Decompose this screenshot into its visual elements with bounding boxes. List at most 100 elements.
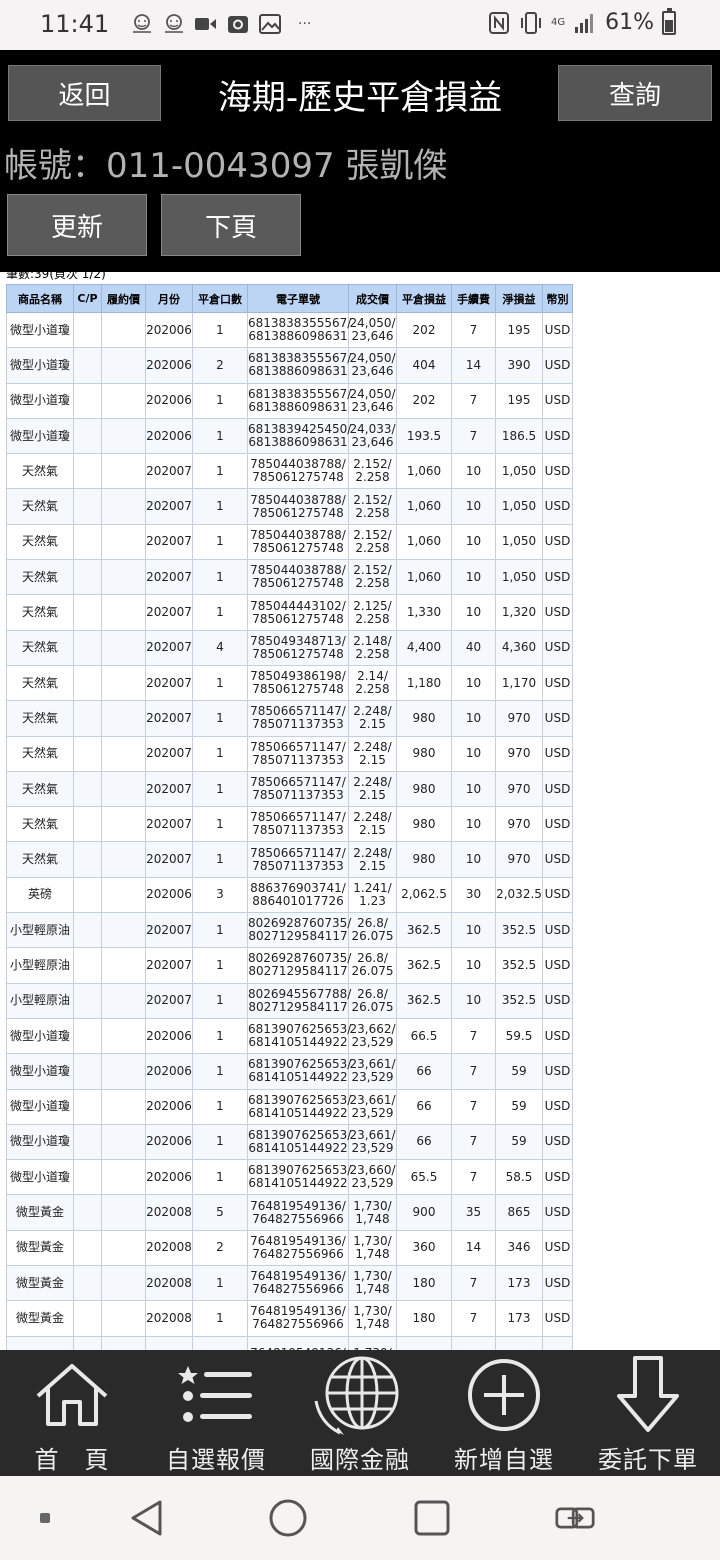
cell-net-pl: 195 bbox=[495, 382, 543, 419]
switch-icon[interactable] bbox=[555, 1498, 595, 1538]
back-button[interactable]: 返回 bbox=[8, 65, 161, 121]
cell-close-pl: 66 bbox=[396, 1053, 452, 1090]
nav-order[interactable]: 委託下單 bbox=[576, 1350, 720, 1476]
table-row[interactable]: 微型黃金 202008 1 764819549136/764827556966 1,73… bbox=[6, 1300, 573, 1337]
cell-price: 2.125/2.258 bbox=[348, 594, 397, 631]
cell-fee: 10 bbox=[451, 559, 496, 596]
cell-order-no-line: 886376903741/ bbox=[250, 880, 346, 895]
cell-cp bbox=[73, 523, 102, 561]
next-page-button[interactable]: 下頁 bbox=[161, 194, 301, 256]
table-row[interactable]: 天然氣 202007 1 785066571147/785071137353 2.248… bbox=[6, 735, 573, 772]
table-row[interactable]: 微型小道瓊 202006 1 6813838355567/6813886098631 2… bbox=[6, 311, 573, 349]
table-row[interactable]: 微型小道瓊 202006 2 6813838355567/6813886098631 2… bbox=[6, 347, 573, 384]
cell-net-pl: 970 bbox=[495, 841, 543, 878]
cell-month: 202006 bbox=[145, 417, 193, 455]
cell-strike bbox=[101, 382, 146, 419]
table-row[interactable]: 天然氣 202007 1 785044038788/785061275748 2.152… bbox=[6, 559, 573, 596]
table-row[interactable]: 天然氣 202007 1 785049386198/785061275748 2.14/… bbox=[6, 664, 573, 702]
cell-cp bbox=[73, 912, 102, 949]
cell-fee: 10 bbox=[451, 523, 496, 561]
cell-product: 小型輕原油 bbox=[6, 912, 74, 949]
table-row[interactable]: 天然氣 202007 1 785066571147/785071137353 2.248… bbox=[6, 806, 573, 843]
cell-cp bbox=[73, 311, 102, 349]
table-row[interactable]: 微型小道瓊 202006 1 6813838355567/6813886098631 2… bbox=[6, 382, 573, 419]
cell-close-qty: 1 bbox=[192, 806, 248, 843]
table-row[interactable]: 微型小道瓊 202006 1 6813907625653/6814105144922 2… bbox=[6, 1088, 573, 1125]
cell-currency: USD bbox=[542, 912, 573, 949]
recents-icon[interactable] bbox=[412, 1498, 452, 1538]
plus-circle-icon bbox=[466, 1350, 542, 1440]
table-row[interactable]: 天然氣 202007 1 785044038788/785061275748 2.152… bbox=[6, 523, 573, 561]
table-row[interactable]: 764819549136/1,730/ bbox=[6, 1335, 573, 1350]
cell-close-qty: 1 bbox=[192, 382, 248, 419]
table-row[interactable]: 微型小道瓊 202006 1 6813907625653/6814105144922 2… bbox=[6, 1123, 573, 1161]
table-row[interactable]: 天然氣 202007 1 785066571147/785071137353 2.248… bbox=[6, 700, 573, 737]
cell-fee: 10 bbox=[451, 453, 496, 490]
nav-international[interactable]: 國際金融 bbox=[288, 1350, 432, 1476]
cell-price-line: 23,646 bbox=[351, 364, 394, 379]
table-row[interactable]: 英磅 202006 3 886376903741/886401017726 1.241/… bbox=[6, 876, 573, 914]
status-left-icons: ··· bbox=[130, 12, 311, 36]
table-row[interactable]: 微型小道瓊 202006 1 6813907625653/6814105144922 2… bbox=[6, 1017, 573, 1055]
cell-month bbox=[145, 1335, 193, 1350]
cell-price: 26.8/26.075 bbox=[348, 912, 397, 949]
cell-order-no-line: 6814105144922 bbox=[248, 1140, 348, 1155]
cell-close-pl: 180 bbox=[396, 1300, 452, 1337]
cell-order-no: 785066571147/785071137353 bbox=[247, 735, 349, 772]
cell-close-qty: 1 bbox=[192, 488, 248, 525]
battery-percent: 61% bbox=[605, 10, 654, 35]
cell-close-qty: 1 bbox=[192, 770, 248, 808]
page-header: 返回 海期-歷史平倉損益 查詢 帳號：011-0043097 張凱傑 更新 下頁 bbox=[0, 50, 720, 272]
cell-cp bbox=[73, 1300, 102, 1337]
cell-strike bbox=[101, 982, 146, 1019]
cell-close-qty: 1 bbox=[192, 1123, 248, 1161]
cell-close-pl: 1,060 bbox=[396, 453, 452, 490]
back-icon[interactable] bbox=[126, 1498, 166, 1538]
cell-price-line: 24,050/ bbox=[349, 386, 396, 401]
table-row[interactable]: 小型輕原油 202007 1 8026945567788/8027129584117 2… bbox=[6, 982, 573, 1019]
refresh-button[interactable]: 更新 bbox=[7, 194, 147, 256]
table-row[interactable]: 微型黃金 202008 5 764819549136/764827556966 1,73… bbox=[6, 1194, 573, 1231]
table-row[interactable]: 微型黃金 202008 1 764819549136/764827556966 1,73… bbox=[6, 1265, 573, 1302]
cell-net-pl: 346 bbox=[495, 1229, 543, 1267]
nav-add-watch[interactable]: 新增自選 bbox=[432, 1350, 576, 1476]
table-row[interactable]: 天然氣 202007 4 785049348713/785061275748 2.148… bbox=[6, 629, 573, 666]
table-row[interactable]: 微型小道瓊 202006 1 6813907625653/6814105144922 2… bbox=[6, 1159, 573, 1196]
table-row[interactable]: 微型小道瓊 202006 1 6813839425450/6813886098631 2… bbox=[6, 417, 573, 455]
table-row[interactable]: 小型輕原油 202007 1 8026928760735/8027129584117 2… bbox=[6, 912, 573, 949]
cell-close-qty: 1 bbox=[192, 1088, 248, 1125]
cell-price: 1,730/1,748 bbox=[348, 1300, 397, 1337]
nav-watchlist-label: 自選報價 bbox=[166, 1446, 266, 1474]
home-circle-icon[interactable] bbox=[268, 1498, 308, 1538]
table-row[interactable]: 天然氣 202007 1 785066571147/785071137353 2.248… bbox=[6, 841, 573, 878]
cell-order-no-line: 6813886098631 bbox=[248, 435, 348, 450]
cell-fee: 10 bbox=[451, 806, 496, 843]
table-row[interactable]: 微型黃金 202008 2 764819549136/764827556966 1,73… bbox=[6, 1229, 573, 1267]
cell-strike bbox=[101, 523, 146, 561]
cell-price: 23,662/23,529 bbox=[348, 1017, 397, 1055]
cell-order-no-line: 8027129584117 bbox=[248, 929, 348, 944]
cell-close-qty: 1 bbox=[192, 1053, 248, 1090]
cell-price-line: 2.258 bbox=[355, 646, 390, 661]
results-panel[interactable]: 筆數:39(頁次 1/2) 商品名稱 C/P 履約價 月份 平倉口數 電子單號 成交價 平倉損… bbox=[0, 272, 720, 1350]
table-row[interactable]: 天然氣 202007 1 785044443102/785061275748 2.125… bbox=[6, 594, 573, 631]
cell-product: 天然氣 bbox=[6, 664, 74, 702]
dot-icon[interactable] bbox=[25, 1498, 65, 1538]
cell-strike bbox=[101, 1159, 146, 1196]
header-fee: 手續費 bbox=[451, 284, 496, 313]
gomaji-icon bbox=[130, 12, 154, 36]
cell-cp bbox=[73, 841, 102, 878]
table-row[interactable]: 小型輕原油 202007 1 8026928760735/8027129584117 2… bbox=[6, 947, 573, 984]
nav-home[interactable]: 首 頁 bbox=[0, 1350, 144, 1476]
cell-net-pl: 1,050 bbox=[495, 488, 543, 525]
query-button[interactable]: 查詢 bbox=[558, 65, 712, 121]
table-row[interactable]: 微型小道瓊 202006 1 6813907625653/6814105144922 2… bbox=[6, 1053, 573, 1090]
cell-order-no: 785044038788/785061275748 bbox=[247, 453, 349, 490]
table-row[interactable]: 天然氣 202007 1 785044038788/785061275748 2.152… bbox=[6, 453, 573, 490]
nav-watchlist[interactable]: 自選報價 bbox=[144, 1350, 288, 1476]
table-row[interactable]: 天然氣 202007 1 785066571147/785071137353 2.248… bbox=[6, 770, 573, 808]
cell-month: 202007 bbox=[145, 664, 193, 702]
table-row[interactable]: 天然氣 202007 1 785044038788/785061275748 2.152… bbox=[6, 488, 573, 525]
account-label: 帳號：011-0043097 張凱傑 bbox=[4, 146, 448, 186]
cell-order-no: 785049386198/785061275748 bbox=[247, 664, 349, 702]
